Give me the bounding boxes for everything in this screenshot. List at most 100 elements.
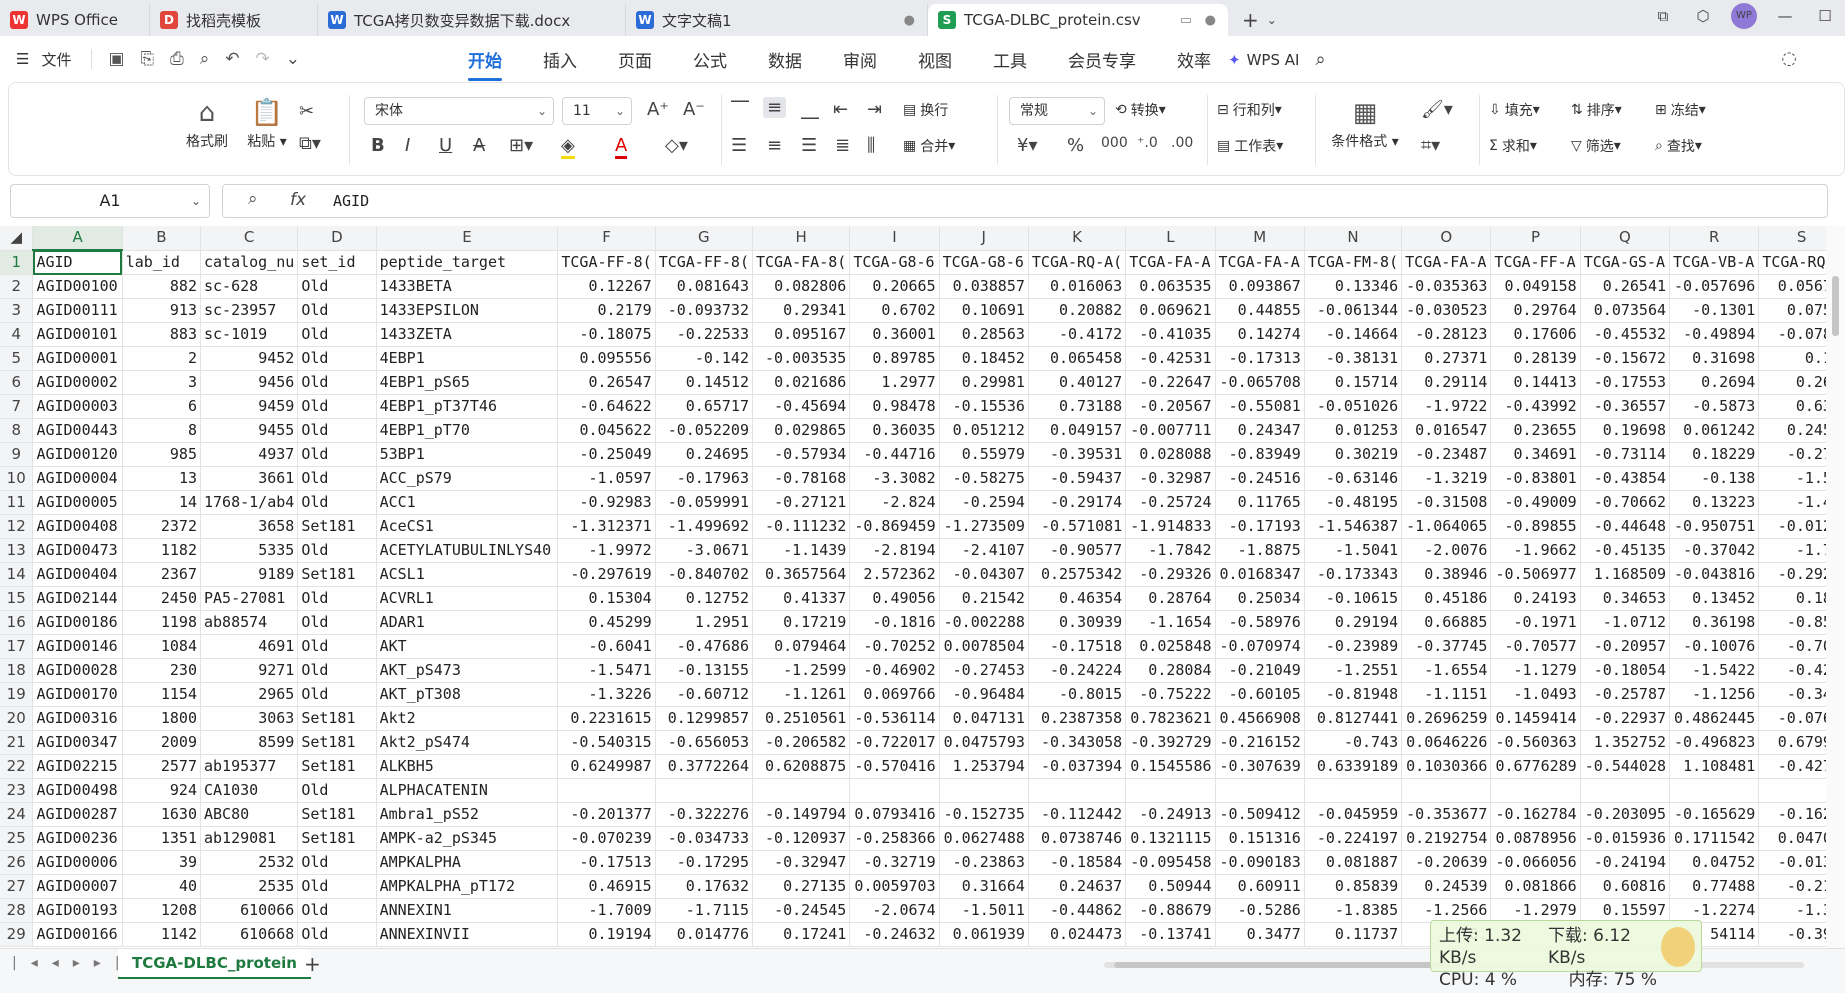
cell[interactable]: -0.13741 bbox=[1125, 922, 1216, 947]
maximize-icon[interactable]: ☐ bbox=[1805, 7, 1845, 25]
cell[interactable]: -0.17295 bbox=[655, 850, 754, 875]
cell[interactable]: -0.5286 bbox=[1215, 898, 1305, 923]
cell[interactable]: -0.392729 bbox=[1125, 730, 1216, 755]
cell[interactable]: -0.13155 bbox=[655, 658, 754, 683]
cell[interactable]: 0.1321115 bbox=[1125, 826, 1216, 851]
cell[interactable]: 0.15304 bbox=[557, 586, 656, 611]
cell[interactable]: TCGA-G8-6 bbox=[939, 250, 1029, 275]
cell[interactable]: -0.78168 bbox=[752, 466, 851, 491]
sum-button[interactable]: Σ 求和 ▾ bbox=[1489, 136, 1537, 156]
row-header[interactable]: 7 bbox=[0, 394, 34, 419]
cell[interactable]: -0.27453 bbox=[939, 658, 1029, 683]
cell[interactable]: ACSL1 bbox=[376, 562, 559, 587]
cell[interactable]: -0.571081 bbox=[1028, 514, 1127, 539]
cell[interactable]: -0.1301 bbox=[1669, 298, 1760, 323]
redo-icon[interactable]: ↷ bbox=[256, 49, 270, 69]
cell[interactable]: AGID00146 bbox=[32, 634, 123, 659]
cell[interactable]: 0.30219 bbox=[1304, 442, 1403, 467]
cell[interactable]: 1800 bbox=[122, 706, 202, 731]
cell[interactable]: 1433ZETA bbox=[376, 322, 559, 347]
cell[interactable]: AGID00236 bbox=[32, 826, 123, 851]
cell[interactable]: 1198 bbox=[122, 610, 202, 635]
cell[interactable]: 0.051212 bbox=[939, 418, 1029, 443]
row-header[interactable]: 29 bbox=[0, 922, 34, 947]
cell[interactable]: -0.090183 bbox=[1215, 850, 1305, 875]
cell[interactable]: -1.3219 bbox=[1401, 466, 1492, 491]
cell[interactable]: -1.0597 bbox=[557, 466, 656, 491]
row-header[interactable]: 23 bbox=[0, 778, 34, 803]
cell[interactable]: TCGA-FF-8( bbox=[655, 250, 754, 275]
cell[interactable]: 0.24193 bbox=[1490, 586, 1581, 611]
cell[interactable]: 0.23655 bbox=[1490, 418, 1581, 443]
cell[interactable]: -0.496823 bbox=[1669, 730, 1760, 755]
window-icon[interactable]: ▭ bbox=[1180, 13, 1192, 28]
cell[interactable]: AGID00007 bbox=[32, 874, 123, 899]
cell[interactable]: set_id bbox=[297, 250, 377, 275]
cell[interactable]: 0.6339189 bbox=[1304, 754, 1403, 779]
cell[interactable]: AGID00028 bbox=[32, 658, 123, 683]
cell[interactable]: 0.014776 bbox=[655, 922, 754, 947]
cell[interactable] bbox=[1215, 778, 1305, 803]
cell[interactable]: 0.24695 bbox=[655, 442, 754, 467]
cell[interactable]: 3063 bbox=[200, 706, 299, 731]
cell[interactable]: ABC80 bbox=[200, 802, 299, 827]
cell[interactable]: AGID00186 bbox=[32, 610, 123, 635]
distributed-icon[interactable]: ⫼ bbox=[867, 135, 875, 156]
cell[interactable]: 0.17219 bbox=[752, 610, 851, 635]
cell[interactable]: -0.88679 bbox=[1125, 898, 1216, 923]
fill-color-icon[interactable]: ◈ bbox=[561, 135, 575, 159]
cell[interactable]: Old bbox=[297, 586, 377, 611]
cell[interactable]: 0.65717 bbox=[655, 394, 754, 419]
cell[interactable]: 0.04752 bbox=[1669, 850, 1760, 875]
cell[interactable]: -1.7842 bbox=[1125, 538, 1216, 563]
cell[interactable]: 0.095167 bbox=[752, 322, 851, 347]
underline-icon[interactable]: U bbox=[439, 135, 452, 156]
undo-icon[interactable]: ↶ bbox=[225, 49, 239, 69]
cell[interactable]: 0.045622 bbox=[557, 418, 656, 443]
cell[interactable]: 0.4862445 bbox=[1669, 706, 1760, 731]
cell[interactable]: TCGA-FA-A bbox=[1215, 250, 1305, 275]
cell[interactable]: 0.29114 bbox=[1401, 370, 1492, 395]
cell[interactable]: 913 bbox=[122, 298, 202, 323]
column-header[interactable]: I bbox=[849, 226, 940, 251]
cell[interactable]: 0.8127441 bbox=[1304, 706, 1403, 731]
cell[interactable]: -0.44716 bbox=[849, 442, 940, 467]
cell[interactable]: -0.70662 bbox=[1580, 490, 1671, 515]
cell[interactable]: Ambra1_pS52 bbox=[376, 802, 559, 827]
cell[interactable]: -0.49009 bbox=[1490, 490, 1581, 515]
cell[interactable]: -1.6554 bbox=[1401, 658, 1492, 683]
row-header[interactable]: 13 bbox=[0, 538, 34, 563]
cell[interactable]: -0.17193 bbox=[1215, 514, 1305, 539]
column-header[interactable]: N bbox=[1304, 226, 1403, 251]
cell[interactable]: -1.5041 bbox=[1304, 538, 1403, 563]
cell[interactable]: -0.44862 bbox=[1028, 898, 1127, 923]
row-header[interactable]: 2 bbox=[0, 274, 34, 299]
cell[interactable]: 0.27371 bbox=[1401, 346, 1492, 371]
cell[interactable]: -0.24224 bbox=[1028, 658, 1127, 683]
cell[interactable]: -0.41035 bbox=[1125, 322, 1216, 347]
cell[interactable]: 0.1711542 bbox=[1669, 826, 1760, 851]
formula-input[interactable]: AGID bbox=[222, 184, 1828, 218]
cell[interactable]: 4EBP1_pS65 bbox=[376, 370, 559, 395]
cell[interactable]: AGID02215 bbox=[32, 754, 123, 779]
hamburger-icon[interactable]: ☰ bbox=[16, 50, 29, 68]
cell[interactable]: 2450 bbox=[122, 586, 202, 611]
cell[interactable]: 0.17606 bbox=[1490, 322, 1581, 347]
cell[interactable]: -0.04307 bbox=[939, 562, 1029, 587]
cell[interactable]: 0.17241 bbox=[752, 922, 851, 947]
column-header[interactable]: A bbox=[32, 226, 123, 251]
cell[interactable]: -0.18054 bbox=[1580, 658, 1671, 683]
cell[interactable]: 0.36035 bbox=[849, 418, 940, 443]
cell[interactable]: -0.17513 bbox=[557, 850, 656, 875]
border-icon[interactable]: ⊞▾ bbox=[509, 135, 533, 156]
sort-button[interactable]: ⇅ 排序 ▾ bbox=[1571, 100, 1622, 120]
cell[interactable]: -0.206582 bbox=[752, 730, 851, 755]
cell[interactable]: -0.120937 bbox=[752, 826, 851, 851]
cell[interactable]: -0.18584 bbox=[1028, 850, 1127, 875]
row-header[interactable]: 19 bbox=[0, 682, 34, 707]
cell[interactable]: 0.15714 bbox=[1304, 370, 1403, 395]
cell[interactable]: 0.0646226 bbox=[1401, 730, 1492, 755]
cell[interactable]: 0.27135 bbox=[752, 874, 851, 899]
cell[interactable]: -0.6041 bbox=[557, 634, 656, 659]
select-all-corner[interactable]: ◢ bbox=[0, 226, 34, 251]
